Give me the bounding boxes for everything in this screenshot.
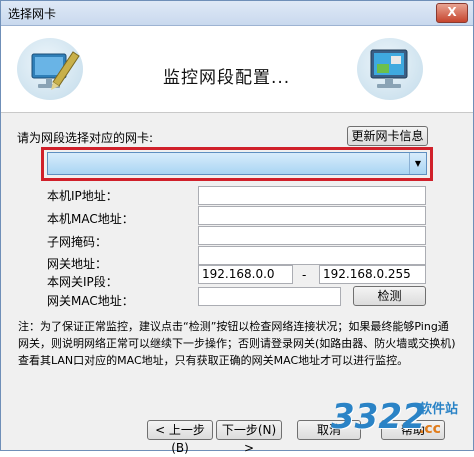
range-dash: - [302,268,307,282]
update-nic-info-button[interactable]: 更新网卡信息 [347,126,428,146]
local-ip-label: 本机IP地址： [47,189,118,203]
close-button[interactable]: X [436,3,468,23]
local-mac-field[interactable] [198,206,426,225]
gateway-mac-field[interactable] [198,287,341,306]
monitor-pen-logo-icon [17,38,83,100]
dialog-window: 选择网卡 X 监控网段配置... 请为网段选择对应的网卡: 更新网卡信息 ▼ 本… [0,0,474,455]
note-text: 注：为了保证正常监控，建议点击“检测”按钮以检查网络连接状况；如果最终能够Pin… [18,320,456,367]
range-start-field[interactable]: 192.168.0.0 [198,265,293,284]
title-bar: 选择网卡 X [1,1,473,26]
watermark-suffix: .cc [419,421,441,437]
subnet-mask-field[interactable] [198,226,426,245]
gateway-address-field[interactable] [198,246,426,265]
gateway-mac-label: 网关MAC地址： [47,294,134,308]
gateway-ip-range-label: 本网关IP段： [47,275,118,289]
chevron-down-icon[interactable]: ▼ [409,153,426,174]
watermark-site: 软件站 [419,402,459,417]
local-ip-field[interactable] [198,186,426,205]
gateway-address-label: 网关地址： [47,257,108,271]
watermark-number: 3322 [331,397,426,437]
subnet-mask-label: 子网掩码： [47,235,108,249]
nic-prompt-label: 请为网段选择对应的网卡: [17,131,154,145]
local-mac-label: 本机MAC地址： [47,212,134,226]
network-monitor-logo-icon [357,38,423,100]
nic-select[interactable]: ▼ [47,152,427,175]
detect-button[interactable]: 检测 [353,286,426,306]
next-button[interactable]: 下一步(N) > [216,420,282,455]
window-title: 选择网卡 [8,7,57,21]
back-button[interactable]: < 上一步(B) [147,420,213,455]
range-end-field[interactable]: 192.168.0.255 [319,265,426,284]
header-banner: 监控网段配置... [1,26,473,113]
banner-title: 监控网段配置... [163,68,291,88]
